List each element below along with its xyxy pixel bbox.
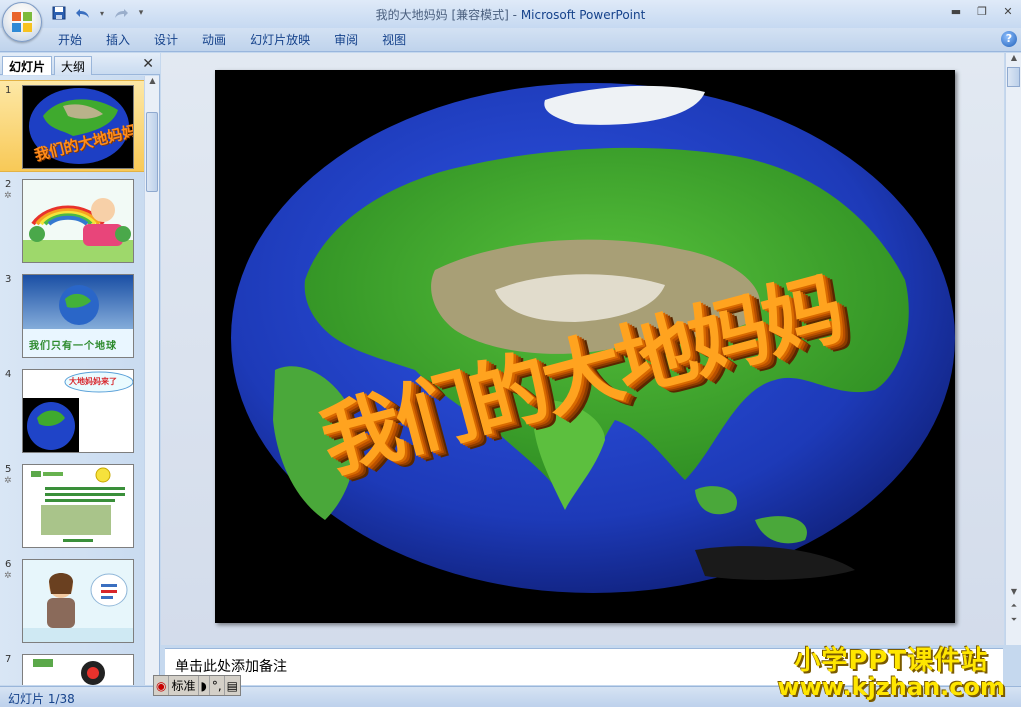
- slide-thumbnail-7[interactable]: 7: [0, 650, 144, 685]
- watermark-title: 小学PPT课件站: [794, 646, 989, 676]
- slide-number: 5: [5, 464, 12, 475]
- tab-view[interactable]: 视图: [370, 31, 418, 49]
- slide-number: 4: [5, 369, 12, 380]
- tab-slides[interactable]: 幻灯片: [2, 56, 53, 75]
- slide-thumbnail-2[interactable]: 2 ✲: [0, 175, 144, 267]
- slide-scrollbar[interactable]: ▲ ▼ ⏶ ⏷: [1005, 53, 1021, 645]
- scroll-up-icon[interactable]: ▲: [145, 76, 160, 90]
- watermark: 小学PPT课件站 www.kjzhan.com: [778, 640, 1005, 701]
- thumbnail-caption: 我们只有一个地球: [29, 341, 117, 352]
- animation-star-icon: ✲: [4, 476, 12, 486]
- ribbon-tab-bar: 开始 插入 设计 动画 幻灯片放映 审阅 视图 ?: [0, 28, 1021, 52]
- thumbnail-image: [22, 654, 134, 685]
- ime-logo-icon[interactable]: ◉: [154, 676, 170, 695]
- panel-close-icon[interactable]: ✕: [142, 56, 154, 72]
- title-separator: -: [508, 8, 521, 22]
- document-title: 我的大地妈妈 [兼容模式]: [375, 8, 509, 22]
- scroll-down-icon[interactable]: ▼: [1006, 587, 1021, 601]
- panel-tabs: 幻灯片 大纲 ✕: [0, 53, 160, 75]
- slide-thumbnail-5[interactable]: 5 ✲: [0, 460, 144, 552]
- ime-mode[interactable]: 标准: [169, 676, 199, 695]
- window-controls: ▬ ❐ ✕: [945, 3, 1019, 19]
- tab-design[interactable]: 设计: [142, 31, 190, 49]
- slide-thumbnail-4[interactable]: 4 大地妈妈来了: [0, 365, 144, 457]
- slide-number: 1: [5, 85, 12, 96]
- animation-star-icon: ✲: [4, 191, 12, 201]
- slides-panel: 幻灯片 大纲 ✕ 1 我们的大地妈妈 2 ✲ 3 我们只有一个地球 4 大地妈妈…: [0, 53, 160, 685]
- office-button[interactable]: [2, 2, 42, 42]
- thumbnail-image: [22, 559, 134, 643]
- soft-keyboard-icon[interactable]: ▤: [225, 676, 240, 695]
- thumbnail-caption: 大地妈妈来了: [69, 377, 117, 386]
- scroll-thumb[interactable]: [146, 112, 158, 192]
- slide-thumbnail-1[interactable]: 1 我们的大地妈妈: [0, 80, 144, 172]
- thumbnail-image: 大地妈妈来了: [22, 369, 134, 453]
- ime-toolbar: ◉ 标准 ◗ °, ▤: [153, 675, 241, 696]
- slide-number: 3: [5, 274, 12, 285]
- half-width-icon[interactable]: ◗: [199, 676, 210, 695]
- slide-thumbnail-3[interactable]: 3 我们只有一个地球: [0, 270, 144, 362]
- title-bar: ▾ ▾ 我的大地妈妈 [兼容模式] - Microsoft PowerPoint…: [0, 0, 1021, 28]
- minimize-icon[interactable]: ▬: [945, 3, 967, 19]
- slide-thumbnail-6[interactable]: 6 ✲: [0, 555, 144, 647]
- thumbnail-image: 我们只有一个地球: [22, 274, 134, 358]
- slide-indicator: 幻灯片 1/38: [8, 692, 75, 706]
- current-slide[interactable]: 我们的大地妈妈: [215, 70, 955, 623]
- punctuation-icon[interactable]: °,: [210, 676, 225, 695]
- help-icon[interactable]: ?: [1001, 31, 1017, 47]
- thumbnail-image: 我们的大地妈妈: [22, 85, 134, 169]
- ribbon-tabs: 开始 插入 设计 动画 幻灯片放映 审阅 视图: [46, 31, 418, 49]
- tab-insert[interactable]: 插入: [94, 31, 142, 49]
- office-logo-icon: [12, 12, 32, 32]
- scroll-thumb[interactable]: [1007, 67, 1020, 87]
- slide-number: 7: [5, 654, 12, 665]
- tab-home[interactable]: 开始: [46, 31, 94, 49]
- next-slide-icon[interactable]: ⏷: [1006, 615, 1021, 629]
- slide-thumbnails: 1 我们的大地妈妈 2 ✲ 3 我们只有一个地球 4 大地妈妈来了 5 ✲ 6 …: [0, 76, 144, 685]
- close-icon[interactable]: ✕: [997, 3, 1019, 19]
- thumbnail-image: [22, 464, 134, 548]
- notes-placeholder[interactable]: 单击此处添加备注: [175, 656, 287, 676]
- animation-star-icon: ✲: [4, 571, 12, 581]
- slide-number: 6: [5, 559, 12, 570]
- thumbnail-image: [22, 179, 134, 263]
- thumbnails-scrollbar[interactable]: ▲: [144, 76, 159, 685]
- tab-animations[interactable]: 动画: [190, 31, 238, 49]
- restore-icon[interactable]: ❐: [971, 3, 993, 19]
- app-name: Microsoft PowerPoint: [520, 8, 646, 22]
- scroll-up-icon[interactable]: ▲: [1006, 53, 1021, 67]
- watermark-url: www.kjzhan.com: [777, 673, 1005, 701]
- tab-outline[interactable]: 大纲: [54, 56, 93, 75]
- tab-review[interactable]: 审阅: [322, 31, 370, 49]
- window-title: 我的大地妈妈 [兼容模式] - Microsoft PowerPoint: [0, 6, 1021, 23]
- previous-slide-icon[interactable]: ⏶: [1006, 601, 1021, 615]
- slide-number: 2: [5, 179, 12, 190]
- tab-slide-show[interactable]: 幻灯片放映: [238, 31, 322, 49]
- slide-editor: 我们的大地妈妈: [161, 53, 1004, 645]
